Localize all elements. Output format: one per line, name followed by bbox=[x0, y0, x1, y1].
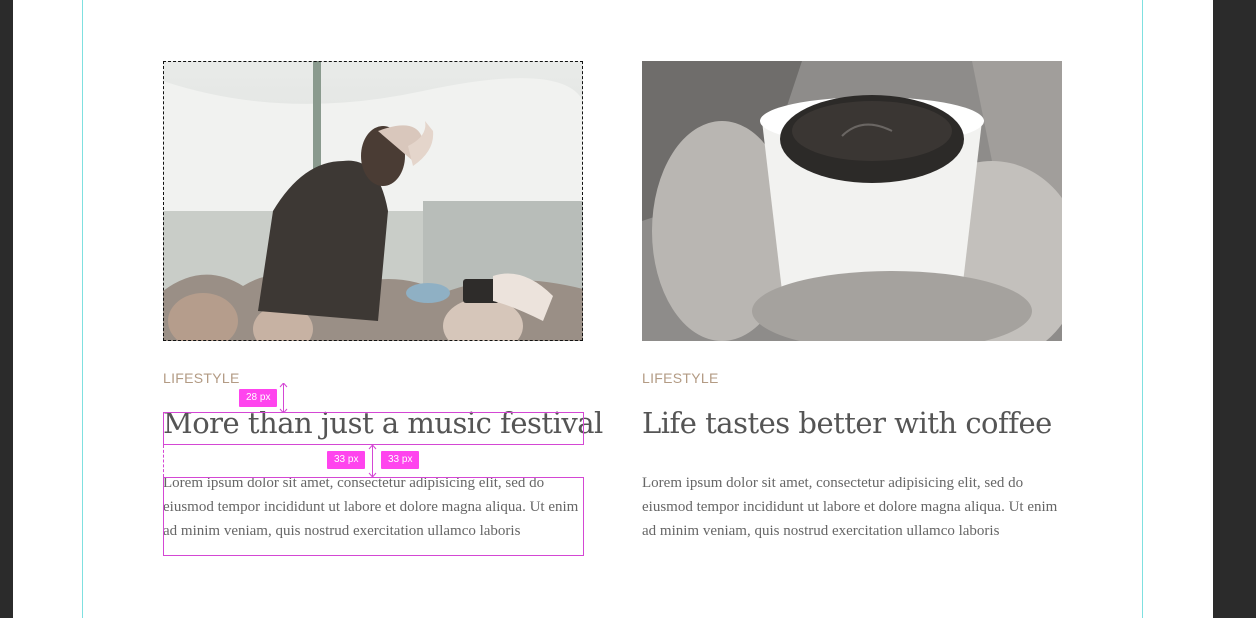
card-excerpt: Lorem ipsum dolor sit amet, consectetur … bbox=[163, 475, 579, 539]
measure-arrow-icon bbox=[368, 445, 377, 477]
measure-arrow-icon bbox=[279, 383, 288, 413]
measure-label-title-body-a: 33 px bbox=[327, 451, 366, 469]
card-excerpt: Lorem ipsum dolor sit amet, consectetur … bbox=[642, 475, 1058, 539]
card-title[interactable]: More than just a music festival bbox=[163, 405, 603, 441]
measure-label-category-title: 28 px bbox=[239, 389, 278, 407]
editor-canvas: LIFESTYLE More than just a music festiva… bbox=[13, 0, 1213, 618]
layout-guide-left bbox=[82, 0, 83, 618]
layout-guide-right bbox=[1142, 0, 1143, 618]
card-title[interactable]: Life tastes better with coffee bbox=[642, 405, 1052, 441]
blog-card-music-festival[interactable]: LIFESTYLE More than just a music festiva… bbox=[163, 61, 603, 539]
card-category[interactable]: LIFESTYLE bbox=[163, 370, 240, 386]
concert-crowd-photo[interactable] bbox=[163, 61, 583, 341]
blog-card-coffee[interactable]: LIFESTYLE Life tastes better with coffee… bbox=[642, 61, 1063, 539]
coffee-mug-in-mittens-photo[interactable] bbox=[642, 61, 1062, 341]
card-category[interactable]: LIFESTYLE bbox=[642, 370, 719, 386]
measure-label-title-body-b: 33 px bbox=[381, 451, 420, 469]
